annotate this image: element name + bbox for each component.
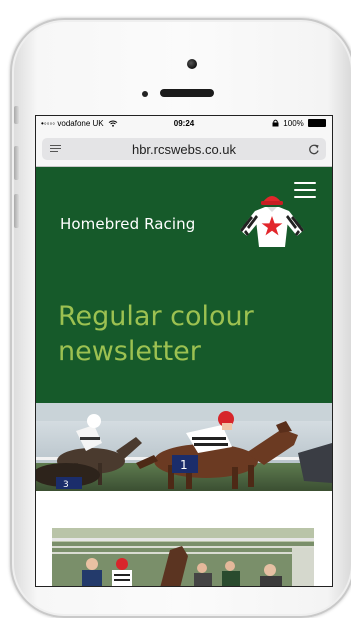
battery-icon — [308, 119, 326, 127]
url-field[interactable]: hbr.rcswebs.co.uk — [42, 138, 326, 160]
race-photo-1: 1 3 — [36, 403, 332, 491]
earpiece-speaker — [160, 89, 214, 97]
mute-switch — [14, 106, 19, 124]
page-heading: Regular colour newsletter — [58, 301, 254, 367]
volume-up-button — [14, 146, 19, 180]
battery-percent: 100% — [283, 119, 304, 128]
url-text[interactable]: hbr.rcswebs.co.uk — [42, 142, 326, 157]
phone-screen: •◦◦◦◦ vodafone UK 09:24 100% hbr.rcswebs… — [36, 116, 332, 586]
svg-text:3: 3 — [63, 480, 69, 490]
status-bar: •◦◦◦◦ vodafone UK 09:24 100% — [36, 116, 332, 132]
racing-silks-logo[interactable] — [234, 185, 310, 261]
front-camera — [142, 91, 148, 97]
svg-text:1: 1 — [180, 458, 188, 472]
battery-status: 100% — [272, 119, 326, 128]
site-header: Homebred Racing Regular colour newslette… — [36, 167, 332, 403]
front-sensor — [187, 59, 197, 69]
volume-down-button — [14, 194, 19, 228]
race-photo-2 — [52, 528, 314, 586]
lock-icon — [272, 119, 279, 127]
site-brand-title[interactable]: Homebred Racing — [60, 215, 195, 233]
reload-icon[interactable] — [308, 142, 320, 156]
browser-address-bar: hbr.rcswebs.co.uk — [36, 132, 332, 167]
